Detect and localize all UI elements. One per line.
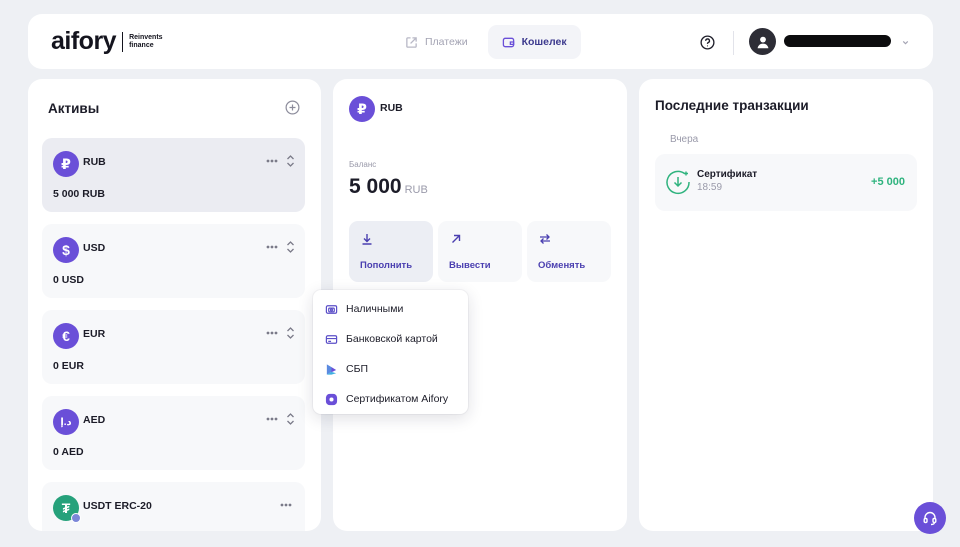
topup-menu: Наличными Банковской картой СБП Сертифик… [313, 290, 468, 414]
certificate-icon [325, 393, 338, 405]
ethereum-icon [71, 513, 81, 523]
topup-label: Пополнить [360, 260, 413, 271]
logo-word: aifory [51, 27, 117, 55]
drag-sort-icon[interactable] [286, 154, 295, 168]
more-icon[interactable] [266, 159, 278, 163]
wallet-currency: RUB [380, 102, 403, 114]
nav-wallet-label: Кошелек [521, 36, 567, 48]
top-bar: aifory Reinvents finance Платежи Кошелек [28, 14, 933, 69]
plus-circle-icon[interactable] [285, 100, 300, 115]
topup-button[interactable]: Пополнить [349, 221, 433, 282]
menu-item-label: СБП [346, 363, 369, 375]
asset-code: USDT ERC-20 [83, 500, 152, 512]
more-icon[interactable] [266, 331, 278, 335]
arrow-up-right-icon [406, 36, 417, 48]
more-icon[interactable] [280, 503, 292, 507]
exchange-label: Обменять [538, 260, 586, 271]
balance-value: 5 000 RUB [349, 175, 428, 199]
main-nav: Платежи Кошелек [391, 25, 581, 59]
drag-sort-icon[interactable] [286, 240, 295, 254]
card-icon [325, 334, 338, 344]
dollar-icon: $ [53, 237, 79, 263]
drag-sort-icon[interactable] [286, 326, 295, 340]
user-icon [757, 36, 768, 48]
asset-balance: 0 AED [53, 446, 84, 458]
asset-card-rub[interactable]: ₽ RUB 5 000 RUB [42, 138, 305, 212]
exchange-button[interactable]: Обменять [527, 221, 611, 282]
transaction-name: Сертификат [697, 169, 758, 180]
asset-balance: 5 000 RUB [53, 188, 105, 200]
asset-card-usd[interactable]: $ USD 0 USD [42, 224, 305, 298]
sbp-icon [326, 363, 337, 375]
question-icon[interactable] [700, 35, 715, 50]
assets-title: Активы [48, 101, 100, 116]
asset-code: USD [83, 242, 106, 254]
withdraw-label: Вывести [449, 260, 491, 271]
menu-item-label: Наличными [346, 303, 404, 315]
nav-wallet[interactable]: Кошелек [487, 25, 581, 59]
assets-panel: Активы ₽ RUB 5 000 RUB $ USD 0 USD € EUR… [28, 79, 321, 531]
asset-code: EUR [83, 328, 106, 340]
menu-item-certificate[interactable]: Сертификатом Aifory [313, 384, 468, 414]
header-divider [733, 31, 734, 55]
transaction-amount: +5 000 [871, 176, 905, 188]
more-icon[interactable] [266, 245, 278, 249]
asset-card-eur[interactable]: € EUR 0 EUR [42, 310, 305, 384]
menu-item-label: Сертификатом Aifory [346, 393, 449, 405]
swap-icon [540, 234, 550, 244]
ruble-icon: ₽ [349, 96, 375, 122]
transactions-panel: Последние транзакции Вчера Сертификат 18… [639, 79, 933, 531]
asset-card-usdt[interactable]: ₮ USDT ERC-20 [42, 482, 305, 531]
username-redacted[interactable] [784, 35, 891, 47]
balance-label: Баланс [349, 160, 377, 169]
arrow-up-right-icon [452, 234, 461, 243]
nav-payments-label: Платежи [425, 36, 468, 48]
asset-card-aed[interactable]: د.إ AED 0 AED [42, 396, 305, 470]
wallet-icon [502, 37, 514, 47]
ruble-icon: ₽ [53, 151, 79, 177]
asset-code: AED [83, 414, 106, 426]
menu-item-card[interactable]: Банковской картой [313, 324, 468, 354]
transaction-time: 18:59 [697, 182, 723, 193]
download-icon [362, 234, 372, 245]
euro-icon: € [53, 323, 79, 349]
drag-sort-icon[interactable] [286, 412, 295, 426]
transaction-item[interactable]: Сертификат 18:59 +5 000 [655, 154, 917, 211]
asset-balance: 0 USD [53, 274, 84, 286]
headset-icon [923, 511, 937, 526]
chevron-down-icon[interactable] [901, 38, 910, 47]
withdraw-button[interactable]: Вывести [438, 221, 522, 282]
asset-code: RUB [83, 156, 106, 168]
cash-icon [325, 304, 338, 314]
day-label: Вчера [670, 134, 699, 145]
asset-balance: 0 EUR [53, 360, 84, 372]
logo-divider [122, 31, 124, 52]
logo[interactable]: aifory Reinvents finance [51, 27, 169, 56]
balance-currency: RUB [404, 184, 428, 196]
menu-item-label: Банковской картой [346, 333, 438, 345]
more-icon[interactable] [266, 417, 278, 421]
balance-amount: 5 000 [349, 175, 402, 198]
menu-item-cash[interactable]: Наличными [313, 294, 468, 324]
menu-item-sbp[interactable]: СБП [313, 354, 468, 384]
transactions-title: Последние транзакции [655, 98, 809, 113]
support-button[interactable] [914, 502, 946, 534]
incoming-arrow-icon [666, 170, 690, 195]
logo-tagline: Reinvents finance [129, 33, 163, 49]
nav-payments[interactable]: Платежи [391, 25, 482, 59]
dirham-icon: د.إ [53, 409, 79, 435]
avatar[interactable] [749, 28, 776, 55]
